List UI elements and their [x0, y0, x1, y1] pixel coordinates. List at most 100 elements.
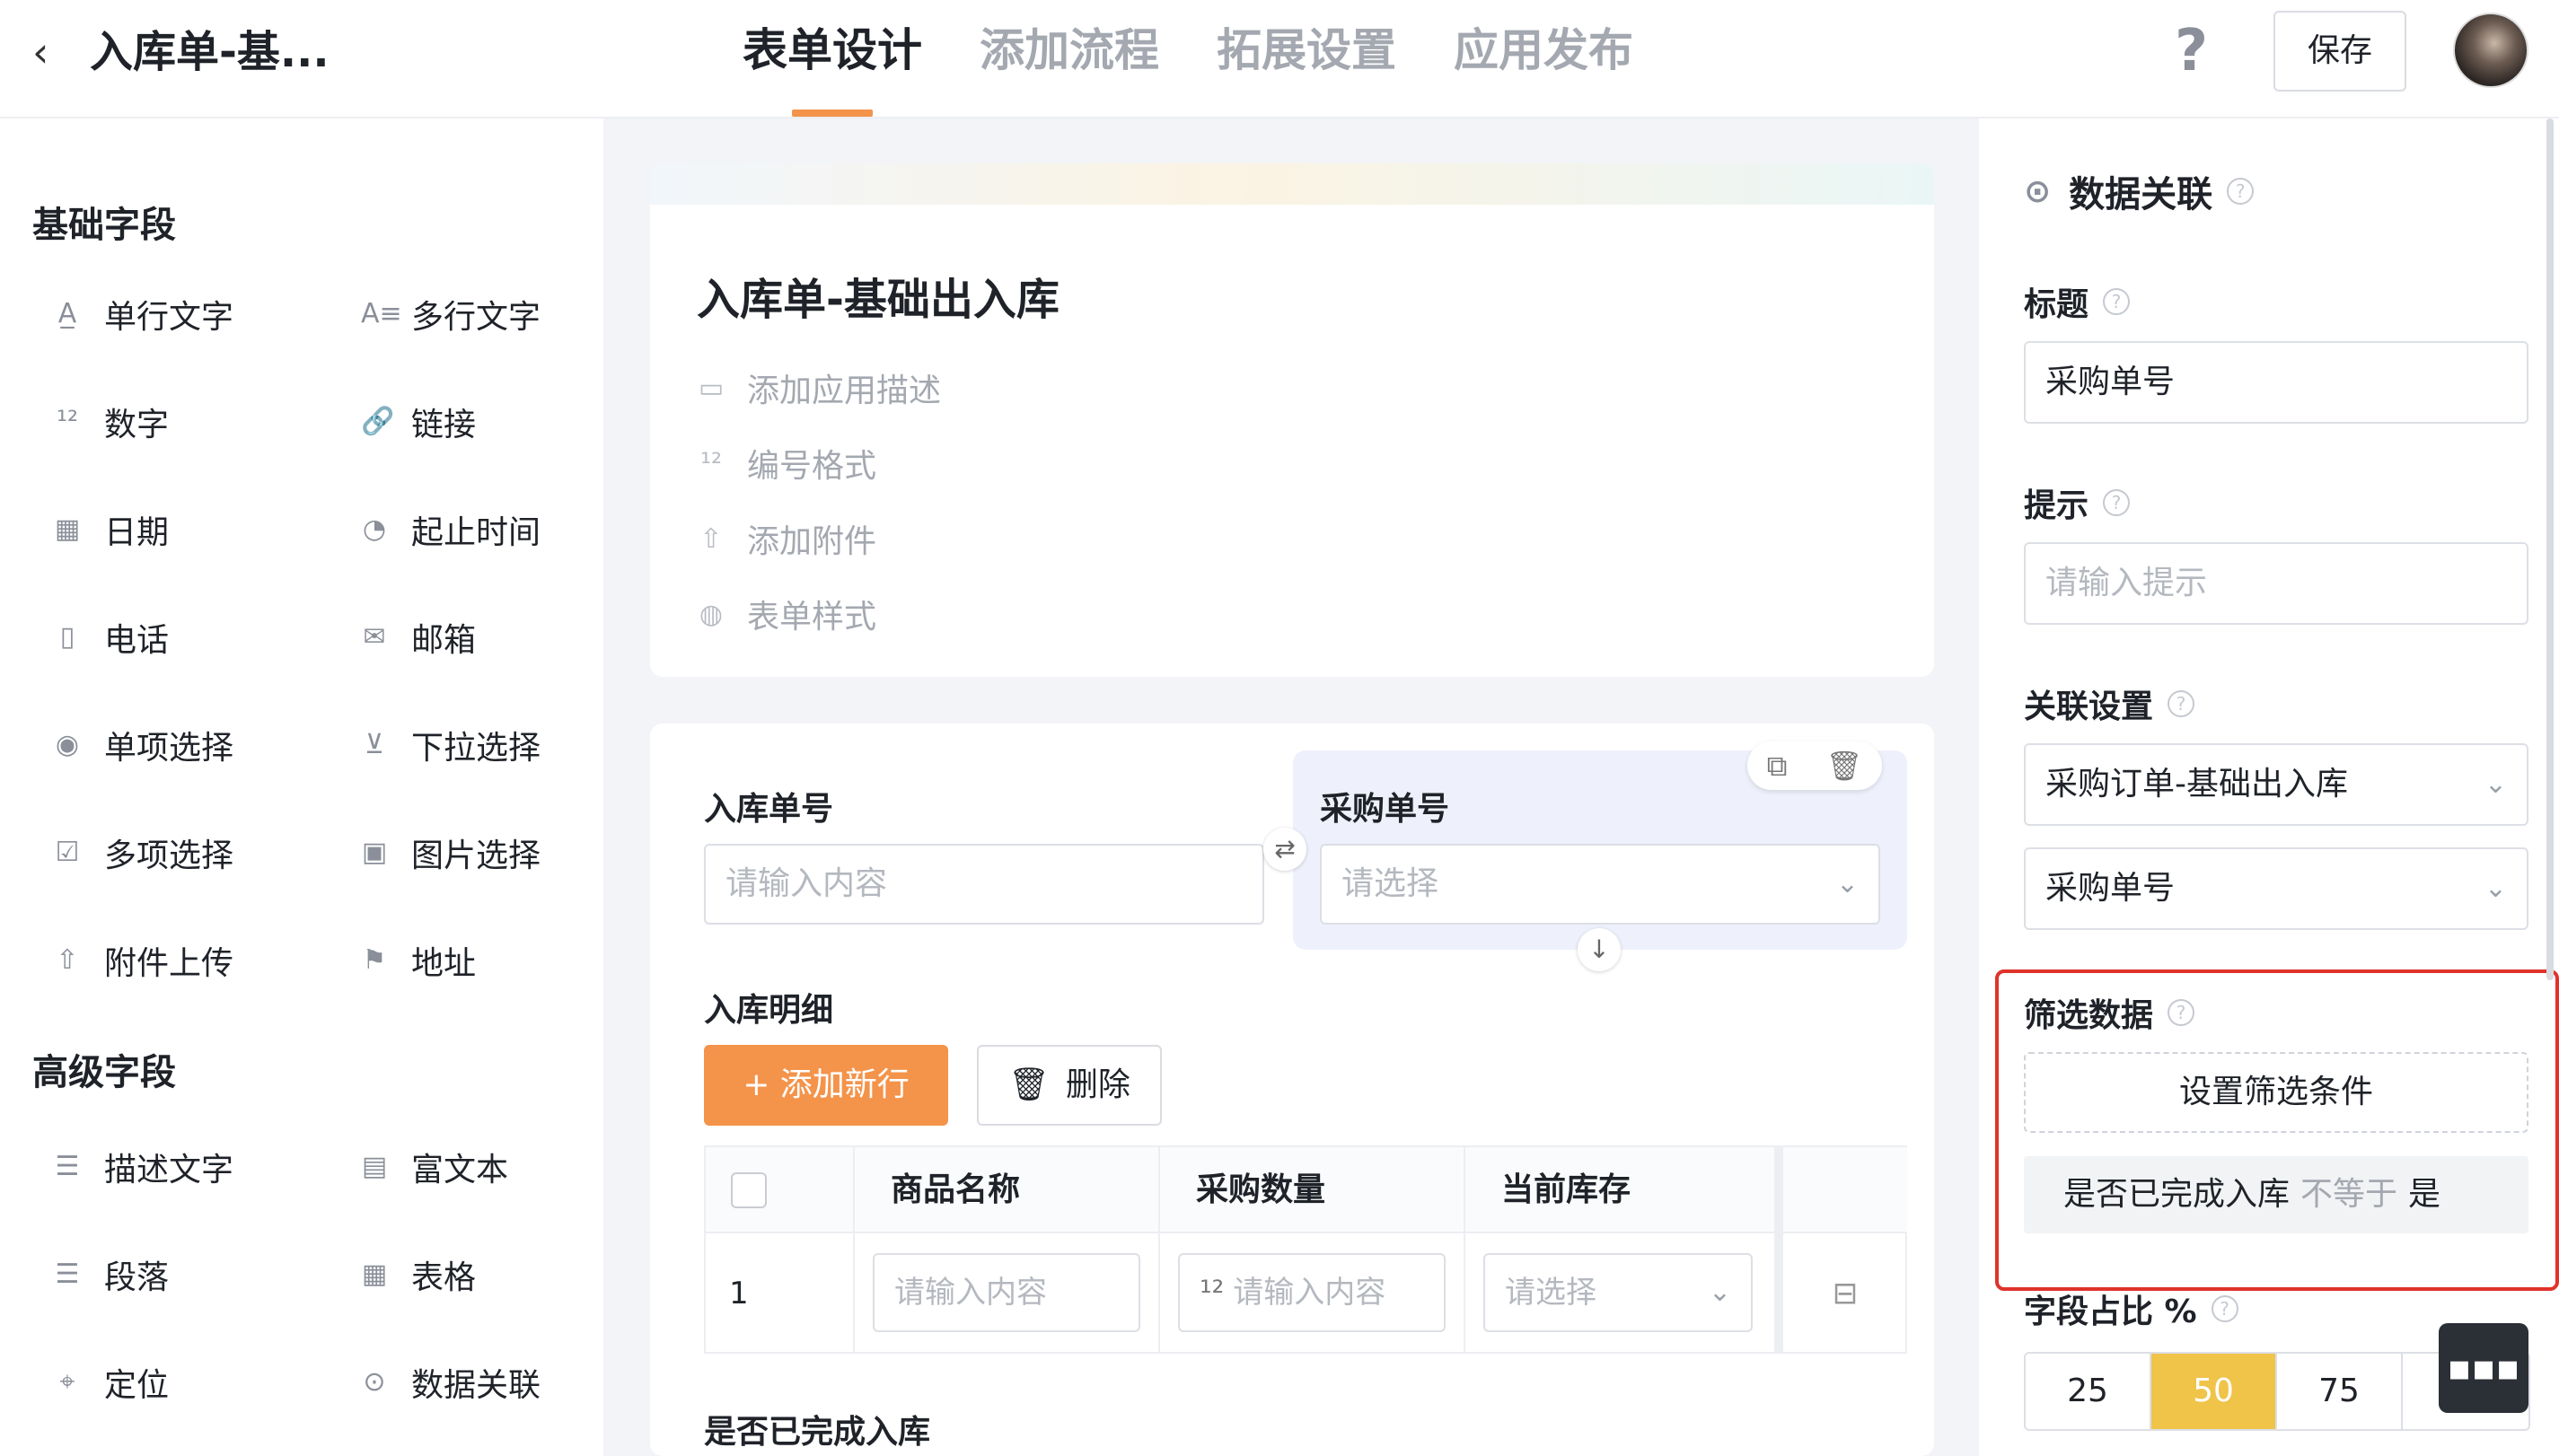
save-button[interactable]: 保存: [2273, 11, 2406, 92]
field-link[interactable]: 🔗 链接: [361, 395, 476, 449]
checkbox-icon: ☑: [55, 837, 80, 868]
form-title[interactable]: 入库单-基础出入库: [697, 264, 1060, 327]
title-input[interactable]: 采购单号: [2024, 341, 2528, 424]
field-multi-line-text[interactable]: A≡ 多行文字: [361, 287, 541, 341]
table-header-actions: [1776, 1147, 1907, 1233]
phone-icon: ▯: [59, 621, 75, 653]
tab-extension-settings[interactable]: 拓展设置: [1188, 0, 1425, 118]
help-icon[interactable]: ?: [2103, 288, 2131, 315]
inbound-no-input[interactable]: 请输入内容: [704, 844, 1264, 925]
swap-icon[interactable]: ⇄: [1263, 828, 1306, 871]
copy-icon[interactable]: ⧉: [1767, 749, 1788, 784]
add-attachment-option[interactable]: ⇧ 添加附件: [697, 515, 876, 562]
field-dropdown-select[interactable]: ⊻ 下拉选择: [361, 718, 541, 772]
form-style-option[interactable]: ◍ 表单样式: [697, 591, 876, 637]
help-icon[interactable]: ?: [2168, 690, 2195, 717]
trash-icon[interactable]: 🗑: [1826, 749, 1863, 783]
field-single-select[interactable]: ◉ 单项选择: [54, 718, 233, 772]
data-link-icon: ⊙: [363, 1366, 386, 1398]
field-phone[interactable]: ▯ 电话: [54, 610, 169, 664]
ratio-option-75[interactable]: 75: [2277, 1354, 2403, 1429]
prop-label-filter: 筛选数据?: [2024, 989, 2195, 1036]
chat-icon[interactable]: ▪▪▪: [2439, 1323, 2528, 1413]
tab-form-design[interactable]: 表单设计: [714, 0, 951, 118]
help-icon[interactable]: ?: [2227, 178, 2255, 205]
help-icon[interactable]: ?: [2175, 18, 2208, 84]
tab-add-process[interactable]: 添加流程: [951, 0, 1188, 118]
address-icon: ⚑: [362, 944, 387, 976]
field-label-purchase-no: 采购单号: [1320, 791, 1450, 828]
field-label: 单项选择: [104, 730, 234, 767]
assoc-form-select[interactable]: 采购订单-基础出入库 ⌄: [2024, 743, 2528, 826]
field-email[interactable]: ✉ 邮箱: [361, 610, 476, 664]
add-row-button[interactable]: + 添加新行: [704, 1045, 948, 1126]
prop-label-title: 标题?: [2024, 278, 2131, 325]
help-icon[interactable]: ?: [2103, 489, 2131, 516]
radio-icon: ◉: [55, 729, 80, 760]
basic-fields-title: 基础字段: [32, 205, 176, 246]
prop-label-text: 关联设置: [2024, 689, 2154, 725]
field-label: 邮箱: [411, 622, 477, 659]
delete-button[interactable]: 🗑 删除: [977, 1045, 1162, 1126]
filter-condition[interactable]: 是否已完成入库 不等于是: [2024, 1156, 2528, 1233]
field-multi-select[interactable]: ☑ 多项选择: [54, 826, 233, 880]
palette-icon: ◍: [699, 598, 724, 630]
number-icon: ¹²: [56, 406, 79, 437]
field-address[interactable]: ⚑ 地址: [361, 934, 476, 987]
purchase-qty-input[interactable]: ¹² 请输入内容: [1178, 1253, 1446, 1332]
panel-scrollbar[interactable]: [2546, 118, 2554, 980]
ratio-option-50[interactable]: 50: [2151, 1354, 2277, 1429]
calendar-icon: ▦: [54, 513, 81, 545]
field-label: 下拉选择: [411, 730, 541, 767]
help-icon[interactable]: ?: [2168, 999, 2195, 1026]
field-image-select[interactable]: ▣ 图片选择: [361, 826, 541, 880]
field-single-line-text[interactable]: A̲ 单行文字: [54, 287, 233, 341]
field-paragraph[interactable]: ☰ 段落: [54, 1248, 169, 1302]
ratio-option-25[interactable]: 25: [2026, 1354, 2151, 1429]
add-description-option[interactable]: ▭ 添加应用描述: [697, 364, 941, 411]
avatar[interactable]: [2453, 13, 2528, 88]
set-filter-button[interactable]: 设置筛选条件: [2024, 1052, 2528, 1133]
product-name-input[interactable]: 请输入内容: [873, 1253, 1140, 1332]
trash-icon: 🗑: [1008, 1066, 1050, 1103]
field-data-link[interactable]: ⊙ 数据关联: [361, 1355, 541, 1409]
help-icon[interactable]: ?: [2211, 1295, 2238, 1322]
arrow-down-icon[interactable]: ↓: [1578, 928, 1621, 971]
single-line-text-icon: A̲: [57, 298, 77, 329]
field-label: 日期: [104, 514, 170, 551]
row-index: 1: [706, 1233, 855, 1354]
cell-placeholder: 请选择: [1505, 1275, 1596, 1311]
current-stock-select[interactable]: 请选择 ⌄: [1483, 1253, 1753, 1332]
properties-panel: ⊙ 数据关联 ? 标题? 采购单号 提示? 请输入提示 关联设置? 采购订单-基…: [1979, 118, 2559, 1456]
back-arrow-icon[interactable]: ‹: [32, 27, 77, 77]
field-location[interactable]: ⌖ 定位: [54, 1355, 169, 1409]
advanced-fields-title: 高级字段: [32, 1052, 176, 1093]
field-number[interactable]: ¹² 数字: [54, 395, 169, 449]
field-label: 富文本: [411, 1152, 509, 1188]
field-label: 多项选择: [104, 838, 234, 874]
field-date[interactable]: ▦ 日期: [54, 503, 169, 557]
field-label: 单行文字: [104, 299, 234, 336]
row-action-icon[interactable]: ⊟: [1776, 1233, 1907, 1354]
main-tabs: 表单设计 添加流程 拓展设置 应用发布: [714, 0, 1662, 118]
prop-label-text: 提示: [2024, 487, 2089, 524]
field-description-text[interactable]: ☰ 描述文字: [54, 1140, 233, 1194]
prop-label-text: 筛选数据: [2024, 997, 2154, 1034]
number-format-option[interactable]: ¹² 编号格式: [697, 440, 876, 487]
field-rich-text[interactable]: ▤ 富文本: [361, 1140, 508, 1194]
hint-input[interactable]: 请输入提示: [2024, 542, 2528, 625]
field-attachment-upload[interactable]: ⇧ 附件上传: [54, 934, 233, 987]
condition-field: 是否已完成入库: [2063, 1176, 2291, 1213]
delete-label: 删除: [1065, 1066, 1130, 1103]
select-all-checkbox[interactable]: [731, 1172, 767, 1208]
tab-app-publish[interactable]: 应用发布: [1425, 0, 1662, 118]
section-label-inbound-detail: 入库明细: [704, 992, 834, 1029]
multi-line-text-icon: A≡: [361, 298, 402, 329]
assoc-field-select[interactable]: 采购单号 ⌄: [2024, 847, 2528, 930]
purchase-no-select[interactable]: 请选择 ⌄: [1320, 844, 1880, 925]
field-time-range[interactable]: ◔ 起止时间: [361, 503, 541, 557]
header-gradient: [650, 163, 1934, 205]
prop-label-ratio: 字段占比 %?: [2024, 1285, 2238, 1332]
field-table[interactable]: ▦ 表格: [361, 1248, 476, 1302]
field-label: 图片选择: [411, 838, 541, 874]
